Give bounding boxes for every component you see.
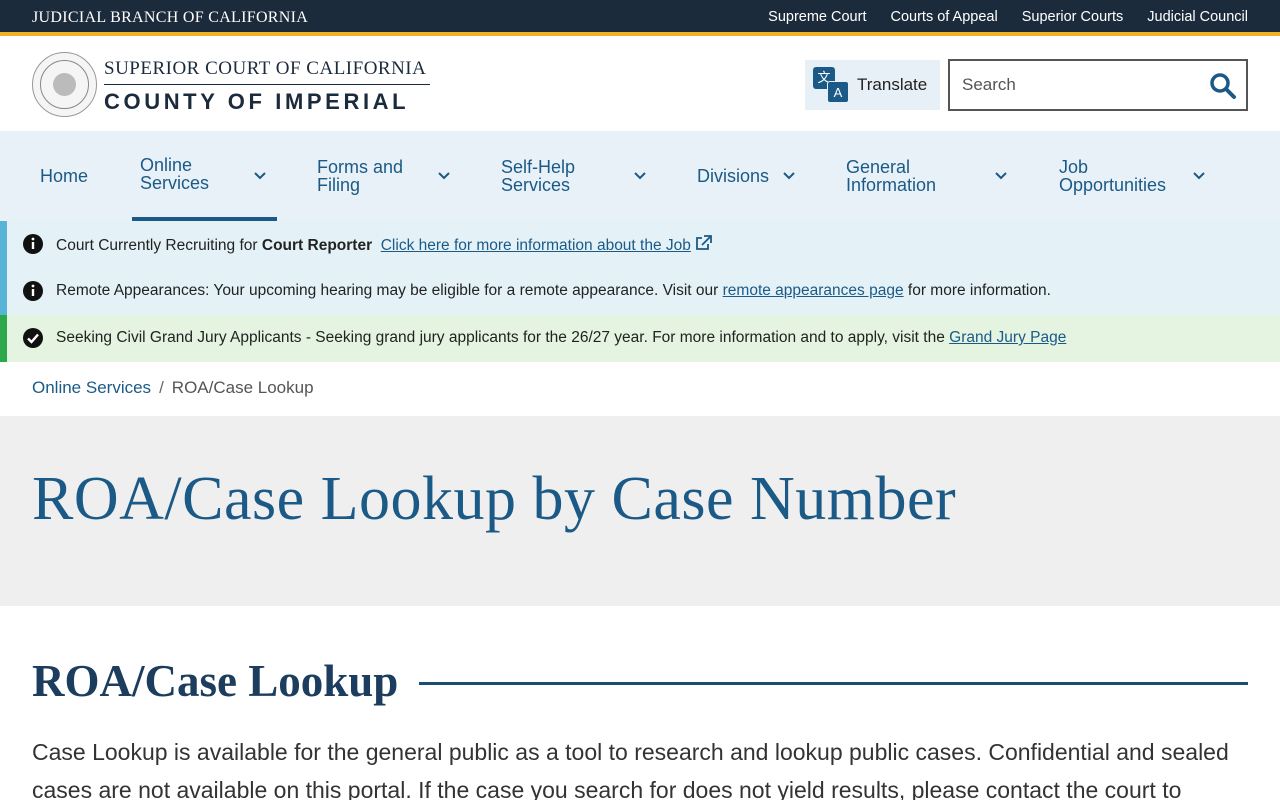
court-name-line2[interactable]: COUNTY OF IMPERIAL <box>104 89 409 115</box>
search-input[interactable] <box>950 61 1195 109</box>
alert-remote-appearances: Remote Appearances: Your upcoming hearin… <box>0 268 1280 315</box>
search-button[interactable] <box>1208 71 1238 101</box>
alert-court-reporter-prefix: Court Currently Recruiting for <box>56 237 262 254</box>
top-links: Supreme Court Courts of Appeal Superior … <box>768 9 1248 25</box>
alert-remote-text: Remote Appearances: Your upcoming hearin… <box>56 282 723 299</box>
judicial-branch-bar: JUDICIAL BRANCH OF CALIFORNIA Supreme Co… <box>0 0 1280 36</box>
chevron-down-icon <box>783 172 795 180</box>
breadcrumb-separator: / <box>159 378 164 397</box>
chevron-down-icon <box>1193 172 1205 180</box>
judicial-branch-title: JUDICIAL BRANCH OF CALIFORNIA <box>32 9 309 26</box>
site-header: SUPERIOR COURT OF CALIFORNIA COUNTY OF I… <box>0 40 1280 131</box>
remote-appearances-link[interactable]: remote appearances page <box>723 282 904 299</box>
nav-forms-and-filing[interactable]: Forms and Filing <box>317 131 457 221</box>
court-name-line1[interactable]: SUPERIOR COURT OF CALIFORNIA <box>104 58 426 80</box>
grand-jury-link[interactable]: Grand Jury Page <box>949 329 1066 346</box>
nav-self-help-line1: Self-Help <box>501 157 576 177</box>
chevron-down-icon <box>634 172 646 180</box>
nav-job-line1: Job <box>1059 157 1089 177</box>
nav-job-line2: Opportunities <box>1059 175 1167 195</box>
nav-general-information[interactable]: General Information <box>846 131 1016 221</box>
nav-online-services[interactable]: Online Services <box>132 131 277 221</box>
section-title: ROA/Case Lookup <box>32 656 399 706</box>
nav-divisions-label: Divisions <box>697 166 770 186</box>
job-info-link[interactable]: Click here for more information about th… <box>381 237 691 254</box>
link-courts-of-appeal[interactable]: Courts of Appeal <box>890 9 997 25</box>
court-seal-logo[interactable] <box>32 52 97 117</box>
nav-home[interactable]: Home <box>40 131 88 221</box>
link-judicial-council[interactable]: Judicial Council <box>1147 9 1248 25</box>
alert-court-reporter: Court Currently Recruiting for Court Rep… <box>0 221 1280 268</box>
translate-button[interactable]: 文 A Translate <box>805 60 940 110</box>
logo-divider <box>104 84 430 85</box>
nav-online-services-line1: Online <box>140 155 193 175</box>
chevron-down-icon <box>995 172 1007 180</box>
breadcrumb-current: ROA/Case Lookup <box>171 378 314 397</box>
check-circle-icon <box>23 328 43 348</box>
alert-remote-suffix: for more information. <box>903 282 1051 299</box>
external-link-icon <box>695 235 712 250</box>
info-icon <box>23 234 43 254</box>
page-hero: ROA/Case Lookup by Case Number <box>0 416 1280 606</box>
search-box <box>948 59 1248 111</box>
nav-general-line2: Information <box>846 175 937 195</box>
nav-self-help-line2: Services <box>501 175 571 195</box>
breadcrumb-online-services[interactable]: Online Services <box>32 378 151 397</box>
nav-job-opportunities[interactable]: Job Opportunities <box>1059 131 1219 221</box>
info-icon <box>23 281 43 301</box>
page-title: ROA/Case Lookup by Case Number <box>32 465 957 533</box>
nav-forms-line2: Filing <box>317 175 361 195</box>
alert-court-reporter-bold: Court Reporter <box>261 237 373 254</box>
translate-icon: 文 A <box>813 67 849 103</box>
chevron-down-icon <box>438 172 450 180</box>
translate-label: Translate <box>857 75 928 94</box>
alert-grand-jury-text: Seeking Civil Grand Jury Applicants - Se… <box>56 329 950 346</box>
nav-home-label: Home <box>40 166 89 186</box>
search-icon <box>1210 73 1236 99</box>
section-body-text: Case Lookup is available for the general… <box>32 739 1229 800</box>
alert-grand-jury: Seeking Civil Grand Jury Applicants - Se… <box>0 315 1280 362</box>
chevron-down-icon <box>254 172 266 180</box>
nav-self-help-services[interactable]: Self-Help Services <box>501 131 651 221</box>
section-divider <box>419 682 1248 685</box>
link-superior-courts[interactable]: Superior Courts <box>1022 9 1124 25</box>
nav-general-line1: General <box>846 157 911 177</box>
link-supreme-court[interactable]: Supreme Court <box>768 9 866 25</box>
nav-divisions[interactable]: Divisions <box>697 131 802 221</box>
nav-online-services-line2: Services <box>140 173 210 193</box>
nav-forms-line1: Forms and <box>317 157 404 177</box>
breadcrumb: Online Services / ROA/Case Lookup <box>32 378 314 398</box>
main-nav: Home Online Services Forms and Filing Se… <box>0 131 1280 221</box>
